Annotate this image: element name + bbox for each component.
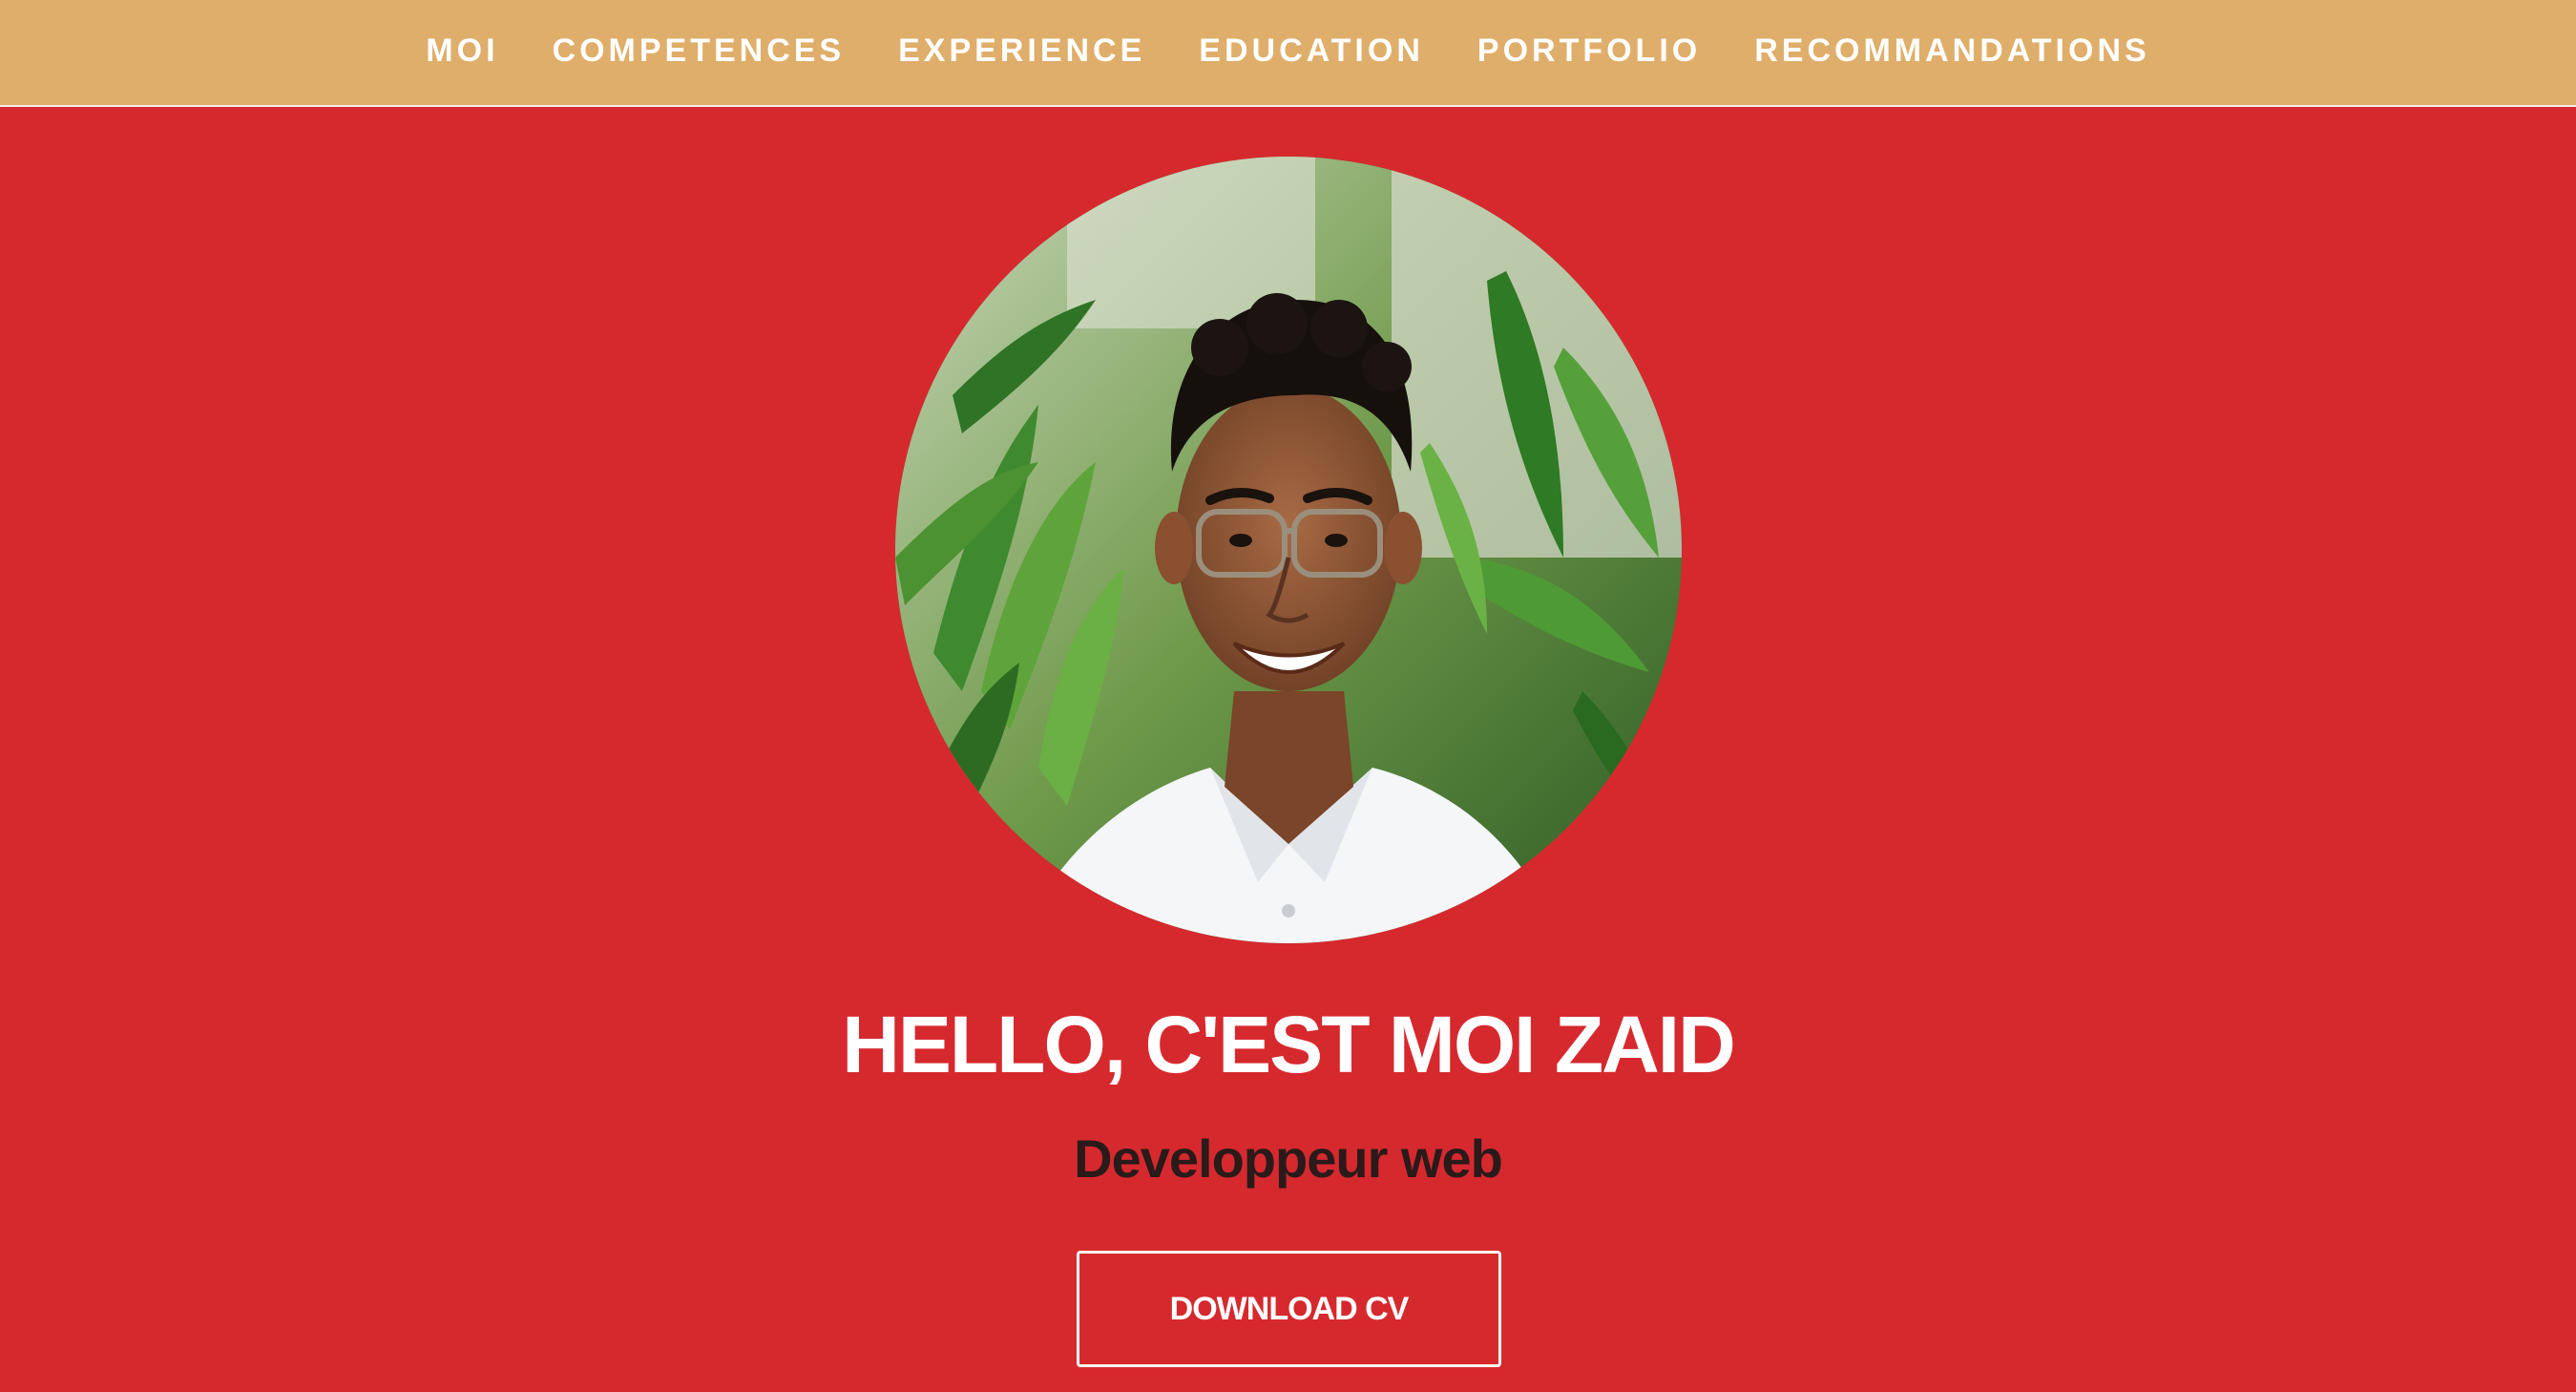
top-navbar: MOI COMPETENCES EXPERIENCE EDUCATION POR…	[0, 0, 2576, 107]
profile-photo-illustration	[895, 157, 1682, 943]
nav-link-portfolio[interactable]: PORTFOLIO	[1451, 32, 1728, 69]
nav-link-experience[interactable]: EXPERIENCE	[871, 32, 1172, 69]
nav-link-competences[interactable]: COMPETENCES	[526, 32, 872, 69]
hero-title: HELLO, C'EST MOI ZAID	[842, 1000, 1736, 1089]
hero-subtitle: Developpeur web	[1074, 1128, 1503, 1189]
nav-link-moi[interactable]: MOI	[399, 32, 525, 69]
nav-link-recommandations[interactable]: RECOMMANDATIONS	[1728, 32, 2176, 69]
nav-menu: MOI COMPETENCES EXPERIENCE EDUCATION POR…	[399, 32, 2176, 70]
profile-avatar	[895, 157, 1682, 943]
nav-link-education[interactable]: EDUCATION	[1172, 32, 1451, 69]
hero-section: HELLO, C'EST MOI ZAID Developpeur web DO…	[0, 107, 2576, 1392]
download-cv-button[interactable]: DOWNLOAD CV	[1077, 1251, 1501, 1367]
